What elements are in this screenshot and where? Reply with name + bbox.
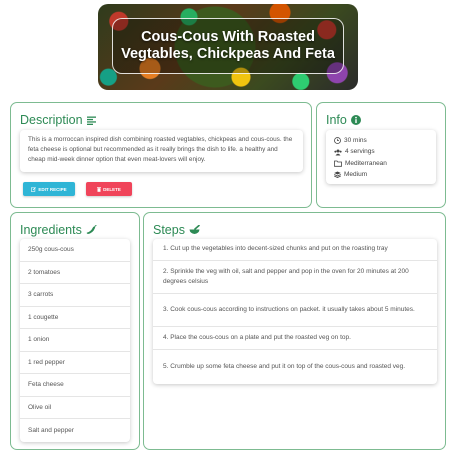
ingredient-item: 1 cougette: [20, 307, 130, 329]
hero-title-frame: Cous-Cous With Roasted Vegtables, Chickp…: [112, 18, 344, 74]
description-text: This is a morroccan inspired dish combin…: [28, 136, 293, 163]
step-item: 1. Cut up the vegetables into decent-siz…: [153, 239, 437, 261]
folder-icon: [334, 160, 342, 167]
info-circle-icon: [350, 115, 361, 125]
ingredients-list: 250g cous-cous 2 tomatoes 3 carrots 1 co…: [20, 239, 130, 442]
info-card: 30 mins 4 servings Mediterranean Medium: [326, 130, 436, 184]
pepper-icon: [86, 225, 97, 235]
delete-label: DELETE: [103, 186, 121, 192]
info-heading-text: Info: [326, 113, 347, 127]
info-time-value: 30 mins: [344, 137, 367, 144]
edit-recipe-label: EDIT RECIPE: [38, 186, 67, 192]
description-heading: Description: [20, 113, 96, 127]
edit-recipe-button[interactable]: EDIT RECIPE: [23, 182, 75, 196]
recipe-title: Cous-Cous With Roasted Vegtables, Chickp…: [121, 29, 335, 62]
ingredient-item: Salt and pepper: [28, 426, 74, 434]
info-heading: Info: [326, 113, 361, 127]
step-item: 2. Sprinkle the veg with oil, salt and p…: [153, 261, 437, 294]
description-panel: Description This is a morroccan inspired…: [10, 102, 312, 208]
align-left-icon: [86, 116, 96, 125]
ingredient-item: Feta cheese: [20, 374, 130, 397]
info-difficulty-value: Medium: [344, 171, 368, 179]
description-card: This is a morroccan inspired dish combin…: [20, 130, 303, 172]
description-heading-text: Description: [20, 113, 83, 127]
trash-icon: [97, 186, 102, 192]
delete-button[interactable]: DELETE: [86, 182, 132, 196]
steps-list: 1. Cut up the vegetables into decent-siz…: [153, 239, 437, 384]
ingredients-heading-text: Ingredients: [20, 223, 82, 237]
clock-icon: [334, 137, 341, 145]
step-item: 5. Crumble up some feta cheese and put i…: [163, 362, 406, 370]
ingredient-item: 1 onion: [20, 329, 130, 352]
ingredient-item: 250g cous-cous: [20, 239, 130, 262]
steps-heading: Steps: [153, 223, 200, 237]
info-time: 30 mins: [334, 135, 428, 146]
ingredient-item: Olive oil: [20, 397, 130, 419]
step-item: 4. Place the cous-cous on a plate and pu…: [153, 327, 437, 350]
ingredient-item: 2 tomatoes: [20, 262, 130, 284]
steps-panel: Steps 1. Cut up the vegetables into dece…: [143, 212, 446, 450]
ingredient-item: 1 red pepper: [20, 352, 130, 374]
users-icon: [334, 149, 342, 156]
info-cuisine: Mediterranean: [334, 158, 428, 169]
ingredients-panel: Ingredients 250g cous-cous 2 tomatoes 3 …: [10, 212, 140, 450]
info-panel: Info 30 mins 4 servings Mediterranean Me…: [316, 102, 446, 208]
steps-heading-text: Steps: [153, 223, 185, 237]
edit-icon: [31, 186, 37, 192]
info-cuisine-value: Mediterranean: [345, 159, 387, 167]
info-servings: 4 servings: [334, 146, 428, 157]
ingredient-item: 3 carrots: [20, 284, 130, 307]
hero-banner: Cous-Cous With Roasted Vegtables, Chickp…: [98, 4, 358, 90]
info-difficulty: Medium: [334, 169, 428, 180]
layer-group-icon: [334, 171, 341, 179]
ingredients-heading: Ingredients: [20, 223, 97, 237]
mortar-pestle-icon: [189, 225, 200, 235]
step-item: 3. Cook cous-cous according to instructi…: [153, 294, 437, 327]
info-servings-value: 4 servings: [345, 148, 375, 156]
